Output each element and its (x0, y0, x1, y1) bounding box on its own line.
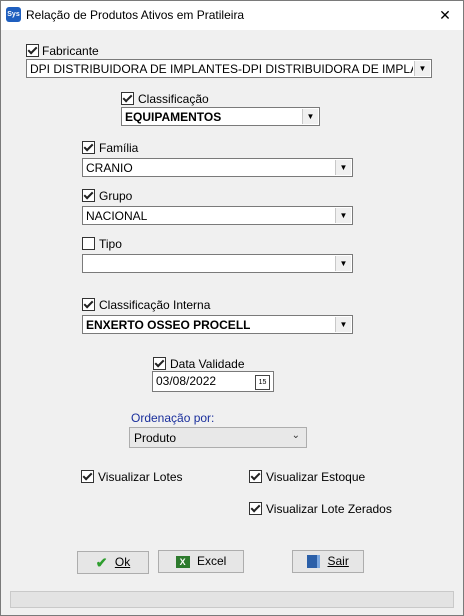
classificacao-interna-label: Classificação Interna (99, 298, 211, 312)
tipo-label: Tipo (99, 237, 122, 251)
grupo-combobox[interactable]: NACIONAL ▼ (82, 206, 353, 225)
fabricante-value: DPI DISTRIBUIDORA DE IMPLANTES-DPI DISTR… (30, 62, 413, 76)
familia-label: Família (99, 141, 139, 155)
classificacao-interna-checkbox[interactable] (82, 298, 95, 311)
visualizar-lotes-checkbox[interactable] (81, 470, 94, 483)
visualizar-estoque-checkbox[interactable] (249, 470, 262, 483)
classificacao-label: Classificação (138, 92, 209, 106)
data-validade-input[interactable]: 03/08/2022 15 (152, 371, 274, 392)
visualizar-lote-zerados-checkbox[interactable] (249, 502, 262, 515)
familia-checkbox[interactable] (82, 141, 95, 154)
chevron-down-icon[interactable]: ▼ (335, 317, 351, 332)
chevron-down-icon[interactable]: ▼ (302, 109, 318, 124)
status-bar (10, 591, 454, 608)
fabricante-label: Fabricante (42, 44, 99, 58)
check-icon: ✔ (95, 554, 108, 571)
classificacao-interna-value: ENXERTO OSSEO PROCELL (86, 318, 251, 332)
excel-icon: X (175, 555, 190, 568)
fabricante-checkbox[interactable] (26, 44, 39, 57)
ordenacao-label: Ordenação por: (131, 411, 215, 425)
classificacao-checkbox[interactable] (121, 92, 134, 105)
ordenacao-value: Produto (134, 431, 177, 445)
title-bar: Sys Relação de Produtos Ativos em Pratil… (1, 1, 463, 30)
tipo-combobox[interactable]: ▼ (82, 254, 353, 273)
familia-combobox[interactable]: CRANIO ▼ (82, 158, 353, 177)
sair-button-label: Sair (327, 554, 349, 569)
classificacao-interna-combobox[interactable]: ENXERTO OSSEO PROCELL ▼ (82, 315, 353, 334)
excel-button-label: Excel (197, 554, 227, 569)
report-dialog: Sys Relação de Produtos Ativos em Pratil… (0, 0, 464, 616)
calendar-icon[interactable]: 15 (255, 375, 270, 390)
fabricante-combobox[interactable]: DPI DISTRIBUIDORA DE IMPLANTES-DPI DISTR… (26, 59, 432, 78)
close-icon[interactable]: ✕ (427, 1, 463, 30)
visualizar-lotes-label: Visualizar Lotes (98, 470, 183, 484)
ok-button[interactable]: ✔ Ok (77, 551, 149, 574)
ok-button-label: Ok (114, 555, 131, 570)
classificacao-combobox[interactable]: EQUIPAMENTOS ▼ (121, 107, 320, 126)
grupo-label: Grupo (99, 189, 133, 203)
grupo-value: NACIONAL (86, 209, 148, 223)
visualizar-estoque-label: Visualizar Estoque (266, 470, 366, 484)
ordenacao-select[interactable]: Produto ⌄ (129, 427, 307, 448)
app-icon: Sys (6, 7, 21, 22)
data-validade-label: Data Validade (170, 357, 245, 371)
data-validade-checkbox[interactable] (153, 357, 166, 370)
chevron-down-icon[interactable]: ▼ (414, 61, 430, 76)
excel-button[interactable]: X Excel (158, 550, 244, 573)
chevron-down-icon[interactable]: ▼ (335, 208, 351, 223)
classificacao-value: EQUIPAMENTOS (125, 110, 222, 124)
grupo-checkbox[interactable] (82, 189, 95, 202)
exit-door-icon (307, 555, 321, 569)
chevron-down-icon[interactable]: ▼ (335, 256, 351, 271)
window-title: Relação de Produtos Ativos em Pratileira (26, 8, 245, 22)
chevron-down-icon: ⌄ (291, 430, 300, 441)
familia-value: CRANIO (86, 161, 133, 175)
visualizar-lote-zerados-label: Visualizar Lote Zerados (266, 502, 392, 516)
tipo-checkbox[interactable] (82, 237, 95, 250)
data-validade-value: 03/08/2022 (156, 374, 217, 388)
chevron-down-icon[interactable]: ▼ (335, 160, 351, 175)
sair-button[interactable]: Sair (292, 550, 364, 573)
